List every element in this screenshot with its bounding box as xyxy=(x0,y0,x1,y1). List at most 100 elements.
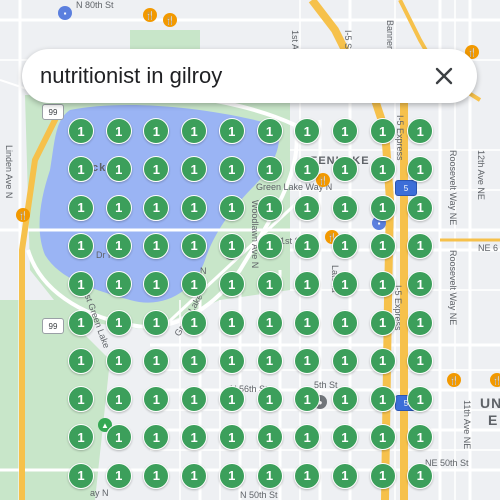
result-marker[interactable]: 1 xyxy=(68,386,94,413)
result-marker[interactable]: 1 xyxy=(331,347,358,374)
result-marker[interactable]: 1 xyxy=(331,156,358,183)
result-marker[interactable]: 1 xyxy=(143,309,170,336)
result-marker[interactable]: 1 xyxy=(181,194,208,221)
result-marker[interactable]: 1 xyxy=(218,156,245,183)
street-label-i5-top: I-5 S xyxy=(343,30,353,50)
result-marker[interactable]: 1 xyxy=(105,118,132,144)
result-marker[interactable]: 1 xyxy=(181,232,208,259)
result-marker[interactable]: 1 xyxy=(105,271,132,298)
result-marker[interactable]: 1 xyxy=(218,386,245,413)
street-label-n80: N 80th St xyxy=(76,0,114,10)
result-marker[interactable]: 1 xyxy=(331,118,358,144)
result-marker[interactable]: 1 xyxy=(68,462,94,489)
result-marker[interactable]: 1 xyxy=(143,194,170,221)
place-label-uni-2: E xyxy=(488,412,499,428)
result-marker[interactable]: 1 xyxy=(181,118,208,144)
result-marker[interactable]: 1 xyxy=(68,118,94,144)
result-marker[interactable]: 1 xyxy=(218,271,245,298)
result-marker[interactable]: 1 xyxy=(256,232,283,259)
result-marker[interactable]: 1 xyxy=(369,156,396,183)
result-marker[interactable]: 1 xyxy=(68,194,94,221)
map-canvas[interactable]: N 80th St 1st Ave I-5 S Banner Way Linde… xyxy=(0,0,500,500)
result-marker[interactable]: 1 xyxy=(369,347,396,374)
result-marker[interactable]: 1 xyxy=(294,232,321,259)
result-marker[interactable]: 1 xyxy=(256,462,283,489)
result-marker[interactable]: 1 xyxy=(331,232,358,259)
result-marker[interactable]: 1 xyxy=(331,309,358,336)
result-marker[interactable]: 1 xyxy=(369,271,396,298)
restaurant-icon[interactable]: 🍴 xyxy=(16,208,30,222)
result-marker[interactable]: 1 xyxy=(407,309,434,336)
result-marker[interactable]: 1 xyxy=(331,386,358,413)
result-marker[interactable]: 1 xyxy=(407,232,434,259)
result-marker[interactable]: 1 xyxy=(256,424,283,451)
clear-search-button[interactable] xyxy=(429,61,459,91)
result-marker[interactable]: 1 xyxy=(256,271,283,298)
street-label-roosevelt-1: Roosevelt Way NE xyxy=(448,150,458,226)
result-marker[interactable]: 1 xyxy=(369,118,396,144)
street-label-5th: 5th St xyxy=(314,380,338,390)
result-marker[interactable]: 1 xyxy=(294,309,321,336)
result-marker[interactable]: 1 xyxy=(218,232,245,259)
result-marker[interactable]: 1 xyxy=(218,194,245,221)
interstate-5-shield: 5 xyxy=(395,180,417,196)
result-marker[interactable]: 1 xyxy=(105,194,132,221)
result-marker[interactable]: 1 xyxy=(218,424,245,451)
result-marker[interactable]: 1 xyxy=(294,462,321,489)
result-marker[interactable]: 1 xyxy=(68,309,94,336)
result-marker[interactable]: 1 xyxy=(369,194,396,221)
restaurant-icon[interactable]: 🍴 xyxy=(163,13,177,27)
place-label-uni: UN xyxy=(480,395,500,411)
result-marker[interactable]: 1 xyxy=(256,194,283,221)
result-marker[interactable]: 1 xyxy=(105,309,132,336)
result-marker[interactable]: 1 xyxy=(331,462,358,489)
result-marker[interactable]: 1 xyxy=(68,232,94,259)
school-icon[interactable]: ▪ xyxy=(58,6,72,20)
result-marker[interactable]: 1 xyxy=(143,462,170,489)
result-marker[interactable]: 1 xyxy=(256,309,283,336)
result-marker[interactable]: 1 xyxy=(294,347,321,374)
result-marker[interactable]: 1 xyxy=(331,194,358,221)
result-marker[interactable]: 1 xyxy=(256,156,283,183)
result-marker[interactable]: 1 xyxy=(181,462,208,489)
restaurant-icon[interactable]: 🍴 xyxy=(143,8,157,22)
result-marker[interactable]: 1 xyxy=(369,232,396,259)
street-label-n50: N 50th St xyxy=(240,490,278,500)
result-marker[interactable]: 1 xyxy=(407,462,434,489)
result-marker[interactable]: 1 xyxy=(218,347,245,374)
search-input[interactable]: nutritionist in gilroy xyxy=(40,63,429,89)
result-marker[interactable]: 1 xyxy=(369,386,396,413)
result-marker[interactable]: 1 xyxy=(68,271,94,298)
result-marker[interactable]: 1 xyxy=(181,386,208,413)
result-marker[interactable]: 1 xyxy=(105,424,132,451)
result-marker[interactable]: 1 xyxy=(105,347,132,374)
street-label-12th: 12th Ave NE xyxy=(476,150,486,200)
result-marker[interactable]: 1 xyxy=(105,386,132,413)
result-marker[interactable]: 1 xyxy=(181,309,208,336)
result-marker[interactable]: 1 xyxy=(218,462,245,489)
result-marker[interactable]: 1 xyxy=(105,232,132,259)
result-marker[interactable]: 1 xyxy=(407,347,434,374)
search-bar[interactable]: nutritionist in gilroy xyxy=(22,49,477,103)
street-label-11th: 11th Ave NE xyxy=(462,400,472,450)
result-marker[interactable]: 1 xyxy=(256,347,283,374)
result-marker[interactable]: 1 xyxy=(68,347,94,374)
result-marker[interactable]: 1 xyxy=(294,194,321,221)
result-marker[interactable]: 1 xyxy=(331,271,358,298)
result-marker[interactable]: 1 xyxy=(256,118,283,144)
result-marker[interactable]: 1 xyxy=(105,156,132,183)
result-marker[interactable]: 1 xyxy=(369,462,396,489)
result-marker[interactable]: 1 xyxy=(407,194,434,221)
result-marker[interactable]: 1 xyxy=(218,309,245,336)
result-marker[interactable]: 1 xyxy=(369,309,396,336)
restaurant-icon[interactable]: 🍴 xyxy=(490,373,500,387)
street-label-ne50: NE 50th St xyxy=(425,458,469,468)
result-marker[interactable]: 1 xyxy=(218,118,245,144)
result-marker[interactable]: 1 xyxy=(369,424,396,451)
result-marker[interactable]: 1 xyxy=(105,462,132,489)
result-marker[interactable]: 1 xyxy=(294,118,321,144)
restaurant-icon[interactable]: 🍴 xyxy=(447,373,461,387)
result-marker[interactable]: 1 xyxy=(143,347,170,374)
result-marker[interactable]: 1 xyxy=(181,347,208,374)
result-marker[interactable]: 1 xyxy=(256,386,283,413)
